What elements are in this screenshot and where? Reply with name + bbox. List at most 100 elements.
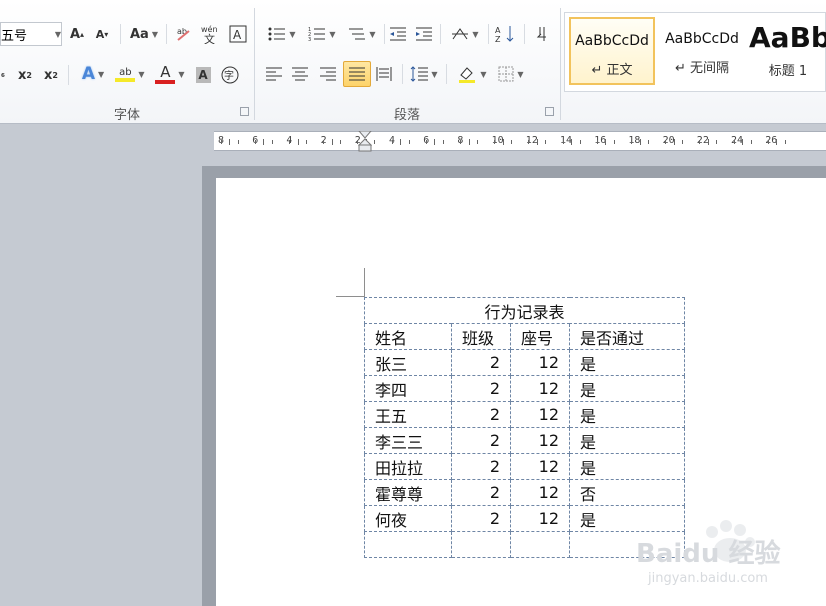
align-center-icon[interactable] bbox=[290, 63, 310, 85]
highlight-button[interactable]: ab ▼ bbox=[112, 63, 148, 85]
char-border-icon[interactable]: A bbox=[228, 23, 248, 45]
enclose-char-icon[interactable]: 字 bbox=[220, 64, 240, 86]
table-cell[interactable]: 2 bbox=[451, 505, 511, 532]
separator bbox=[524, 24, 525, 44]
decrease-indent-icon[interactable] bbox=[388, 23, 408, 45]
ruler-tick bbox=[400, 139, 402, 145]
header-cell[interactable]: 是否通过 bbox=[569, 323, 685, 350]
table-cell[interactable] bbox=[364, 531, 452, 558]
table-cell[interactable]: 12 bbox=[510, 349, 570, 376]
horizontal-ruler[interactable]: 86422468101214161820222426 bbox=[214, 131, 826, 153]
numbering-button[interactable]: 1 2 3 ▼ bbox=[304, 23, 340, 45]
increase-indent-icon[interactable] bbox=[414, 23, 434, 45]
style-heading-1[interactable]: AaBb 标题 1 bbox=[749, 17, 826, 85]
table-cell[interactable]: 2 bbox=[451, 401, 511, 428]
style-preview: AaBbCcDd bbox=[575, 33, 649, 49]
font-color-button[interactable]: A ▼ bbox=[152, 63, 188, 85]
table-cell[interactable]: 2 bbox=[451, 349, 511, 376]
separator bbox=[446, 64, 447, 84]
ruler-tick bbox=[776, 139, 778, 145]
table-cell[interactable]: 张三 bbox=[364, 349, 452, 376]
table-cell[interactable]: 田拉拉 bbox=[364, 453, 452, 480]
strikethrough-button[interactable]: ₆ bbox=[0, 64, 8, 86]
table-cell[interactable]: 何夜 bbox=[364, 505, 452, 532]
shrink-font-button[interactable]: A ▾ bbox=[93, 23, 111, 45]
clear-format-icon[interactable]: ab bbox=[174, 23, 194, 45]
borders-button[interactable]: ▼ bbox=[494, 63, 528, 85]
bullets-button[interactable]: ▼ bbox=[264, 23, 300, 45]
superscript-button[interactable]: x2 bbox=[42, 64, 60, 86]
paragraph-dialog-launcher-icon[interactable] bbox=[545, 107, 554, 116]
svg-text:Z: Z bbox=[495, 35, 501, 44]
ruler-tick bbox=[459, 140, 461, 144]
subscript-button[interactable]: x2 bbox=[16, 64, 34, 86]
ruler-tick bbox=[750, 140, 752, 144]
table-cell[interactable]: 12 bbox=[510, 427, 570, 454]
table-cell[interactable]: 是 bbox=[569, 401, 685, 428]
line-spacing-button[interactable]: ▼ bbox=[408, 63, 440, 85]
table-row: 田拉拉 2 12 是 bbox=[364, 453, 685, 480]
ruler-tick bbox=[767, 140, 769, 144]
show-marks-icon[interactable] bbox=[532, 23, 552, 45]
table-cell[interactable]: 李三三 bbox=[364, 427, 452, 454]
multilevel-list-button[interactable]: ▼ bbox=[344, 23, 380, 45]
shading-button[interactable]: ▼ bbox=[454, 63, 490, 85]
table-cell[interactable]: 王五 bbox=[364, 401, 452, 428]
text-effects-button[interactable]: A ▼ bbox=[78, 63, 108, 85]
change-case-button[interactable]: Aa ▼ bbox=[128, 23, 160, 45]
ruler-tick bbox=[237, 140, 239, 144]
text-direction-button[interactable]: ▼ bbox=[448, 23, 482, 45]
separator bbox=[488, 24, 489, 44]
style-no-spacing[interactable]: AaBbCcDd ↵ 无间隔 bbox=[659, 17, 745, 85]
ruler-tick bbox=[536, 139, 538, 145]
style-preview: AaBb bbox=[749, 21, 826, 54]
align-right-icon[interactable] bbox=[318, 63, 338, 85]
table-cell[interactable]: 李四 bbox=[364, 375, 452, 402]
table-cell[interactable]: 2 bbox=[451, 427, 511, 454]
font-dialog-launcher-icon[interactable] bbox=[240, 107, 249, 116]
table-cell[interactable]: 12 bbox=[510, 505, 570, 532]
table-cell[interactable]: 是 bbox=[569, 427, 685, 454]
style-normal[interactable]: AaBbCcDd ↵ 正文 bbox=[569, 17, 655, 85]
grow-font-button[interactable]: A ▴ bbox=[68, 23, 86, 45]
font-group-label: 字体 bbox=[113, 108, 140, 123]
justify-button[interactable] bbox=[343, 61, 371, 87]
table-cell[interactable]: 2 bbox=[451, 453, 511, 480]
table-cell[interactable]: 是 bbox=[569, 453, 685, 480]
char-shading-icon[interactable]: A bbox=[194, 64, 212, 86]
styles-gallery: AaBbCcDd ↵ 正文 AaBbCcDd ↵ 无间隔 AaBb 标题 1 bbox=[564, 12, 826, 92]
header-cell[interactable]: 姓名 bbox=[364, 323, 452, 350]
table-cell[interactable]: 是 bbox=[569, 375, 685, 402]
table-title[interactable]: 行为记录表 bbox=[364, 297, 685, 324]
table-cell[interactable] bbox=[510, 531, 570, 558]
table-cell[interactable]: 12 bbox=[510, 479, 570, 506]
header-cell[interactable]: 座号 bbox=[510, 323, 570, 350]
table-cell[interactable]: 是 bbox=[569, 349, 685, 376]
ruler-tick bbox=[665, 140, 667, 144]
ribbon: 五号 ▼ A ▴ A ▾ Aa ▼ ab wén 文 A ₆ x2 x2 A ▼ ab ▼… bbox=[0, 0, 826, 124]
ruler-tick bbox=[494, 140, 496, 144]
table-row: 李四 2 12 是 bbox=[364, 375, 685, 402]
indent-marker-icon[interactable] bbox=[358, 131, 372, 153]
font-size-combo[interactable]: 五号 ▼ bbox=[0, 22, 62, 46]
align-left-icon[interactable] bbox=[264, 63, 284, 85]
header-cell[interactable]: 班级 bbox=[451, 323, 511, 350]
ruler-tick bbox=[297, 139, 299, 145]
table-row: 霍尊尊 2 12 否 bbox=[364, 479, 685, 506]
sort-icon[interactable]: AZ bbox=[494, 23, 516, 45]
table-cell[interactable] bbox=[451, 531, 511, 558]
table-cell[interactable]: 12 bbox=[510, 453, 570, 480]
distributed-icon[interactable] bbox=[374, 63, 394, 85]
ruler-tick bbox=[477, 140, 479, 144]
table-cell[interactable]: 否 bbox=[569, 479, 685, 506]
table-cell[interactable]: 12 bbox=[510, 401, 570, 428]
table-cell[interactable]: 2 bbox=[451, 375, 511, 402]
table-cell[interactable]: 2 bbox=[451, 479, 511, 506]
phonetic-guide-icon[interactable]: wén 文 bbox=[200, 23, 222, 45]
svg-text:文: 文 bbox=[204, 32, 215, 44]
ruler-tick bbox=[716, 140, 718, 144]
table-cell[interactable]: 霍尊尊 bbox=[364, 479, 452, 506]
separator bbox=[402, 64, 403, 84]
table-cell[interactable]: 12 bbox=[510, 375, 570, 402]
ruler-tick bbox=[442, 140, 444, 144]
